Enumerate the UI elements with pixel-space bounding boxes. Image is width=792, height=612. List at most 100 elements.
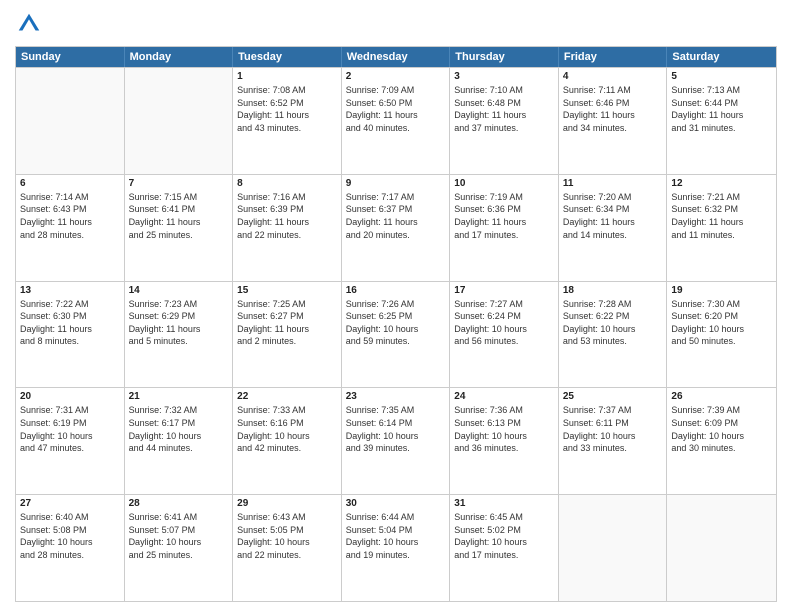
day-number: 27 xyxy=(20,498,120,509)
cell-line: Sunrise: 7:17 AM xyxy=(346,191,446,204)
cell-line: Sunset: 6:50 PM xyxy=(346,97,446,110)
cell-line: Sunrise: 7:23 AM xyxy=(129,298,229,311)
cell-line: Sunrise: 7:16 AM xyxy=(237,191,337,204)
calendar-cell: 28Sunrise: 6:41 AMSunset: 5:07 PMDayligh… xyxy=(125,495,234,601)
cell-line: Sunset: 6:09 PM xyxy=(671,417,772,430)
calendar-row: 13Sunrise: 7:22 AMSunset: 6:30 PMDayligh… xyxy=(16,281,776,388)
cell-line: Sunrise: 7:10 AM xyxy=(454,84,554,97)
cell-line: and 17 minutes. xyxy=(454,229,554,242)
cell-line: Sunrise: 6:40 AM xyxy=(20,511,120,524)
day-number: 3 xyxy=(454,71,554,82)
day-number: 26 xyxy=(671,391,772,402)
calendar-cell: 29Sunrise: 6:43 AMSunset: 5:05 PMDayligh… xyxy=(233,495,342,601)
cell-line: Daylight: 10 hours xyxy=(129,536,229,549)
calendar-cell: 3Sunrise: 7:10 AMSunset: 6:48 PMDaylight… xyxy=(450,68,559,174)
calendar-cell xyxy=(16,68,125,174)
cell-line: and 14 minutes. xyxy=(563,229,663,242)
calendar-cell: 15Sunrise: 7:25 AMSunset: 6:27 PMDayligh… xyxy=(233,282,342,388)
calendar-cell: 2Sunrise: 7:09 AMSunset: 6:50 PMDaylight… xyxy=(342,68,451,174)
calendar-cell xyxy=(559,495,668,601)
calendar-cell: 4Sunrise: 7:11 AMSunset: 6:46 PMDaylight… xyxy=(559,68,668,174)
cell-line: and 22 minutes. xyxy=(237,229,337,242)
calendar-cell: 21Sunrise: 7:32 AMSunset: 6:17 PMDayligh… xyxy=(125,388,234,494)
day-number: 17 xyxy=(454,285,554,296)
calendar-cell: 14Sunrise: 7:23 AMSunset: 6:29 PMDayligh… xyxy=(125,282,234,388)
cell-line: Sunset: 6:25 PM xyxy=(346,310,446,323)
day-number: 28 xyxy=(129,498,229,509)
cell-line: Sunset: 6:16 PM xyxy=(237,417,337,430)
day-number: 15 xyxy=(237,285,337,296)
calendar-cell: 12Sunrise: 7:21 AMSunset: 6:32 PMDayligh… xyxy=(667,175,776,281)
day-number: 12 xyxy=(671,178,772,189)
calendar-cell: 5Sunrise: 7:13 AMSunset: 6:44 PMDaylight… xyxy=(667,68,776,174)
cell-line: Sunrise: 7:08 AM xyxy=(237,84,337,97)
cell-line: Sunset: 6:30 PM xyxy=(20,310,120,323)
cell-line: and 25 minutes. xyxy=(129,229,229,242)
cell-line: and 8 minutes. xyxy=(20,335,120,348)
cell-line: Sunrise: 7:33 AM xyxy=(237,404,337,417)
cell-line: Sunrise: 7:15 AM xyxy=(129,191,229,204)
cell-line: Daylight: 11 hours xyxy=(454,216,554,229)
cell-line: Daylight: 11 hours xyxy=(563,109,663,122)
cell-line: and 34 minutes. xyxy=(563,122,663,135)
cell-line: Sunset: 6:46 PM xyxy=(563,97,663,110)
cell-line: Sunset: 5:08 PM xyxy=(20,524,120,537)
calendar-cell: 27Sunrise: 6:40 AMSunset: 5:08 PMDayligh… xyxy=(16,495,125,601)
cell-line: Sunset: 6:34 PM xyxy=(563,203,663,216)
day-number: 13 xyxy=(20,285,120,296)
calendar-cell: 10Sunrise: 7:19 AMSunset: 6:36 PMDayligh… xyxy=(450,175,559,281)
cell-line: Sunset: 5:05 PM xyxy=(237,524,337,537)
cell-line: Sunset: 6:17 PM xyxy=(129,417,229,430)
cell-line: and 42 minutes. xyxy=(237,442,337,455)
day-number: 10 xyxy=(454,178,554,189)
calendar-cell: 23Sunrise: 7:35 AMSunset: 6:14 PMDayligh… xyxy=(342,388,451,494)
cell-line: Sunset: 6:36 PM xyxy=(454,203,554,216)
day-number: 4 xyxy=(563,71,663,82)
weekday-header: Monday xyxy=(125,47,234,67)
weekday-header: Thursday xyxy=(450,47,559,67)
cell-line: Sunrise: 7:13 AM xyxy=(671,84,772,97)
cell-line: Daylight: 10 hours xyxy=(237,430,337,443)
calendar-cell: 19Sunrise: 7:30 AMSunset: 6:20 PMDayligh… xyxy=(667,282,776,388)
cell-line: Daylight: 10 hours xyxy=(346,323,446,336)
day-number: 1 xyxy=(237,71,337,82)
cell-line: and 22 minutes. xyxy=(237,549,337,562)
cell-line: Daylight: 11 hours xyxy=(454,109,554,122)
cell-line: and 40 minutes. xyxy=(346,122,446,135)
cell-line: Sunrise: 7:21 AM xyxy=(671,191,772,204)
cell-line: Sunset: 6:20 PM xyxy=(671,310,772,323)
cell-line: Daylight: 10 hours xyxy=(129,430,229,443)
cell-line: Sunrise: 6:44 AM xyxy=(346,511,446,524)
cell-line: Sunset: 6:22 PM xyxy=(563,310,663,323)
cell-line: Daylight: 10 hours xyxy=(20,430,120,443)
weekday-header: Sunday xyxy=(16,47,125,67)
cell-line: and 59 minutes. xyxy=(346,335,446,348)
cell-line: Sunset: 5:02 PM xyxy=(454,524,554,537)
cell-line: Sunset: 6:13 PM xyxy=(454,417,554,430)
cell-line: Daylight: 10 hours xyxy=(346,536,446,549)
cell-line: Daylight: 11 hours xyxy=(671,109,772,122)
calendar-cell: 8Sunrise: 7:16 AMSunset: 6:39 PMDaylight… xyxy=(233,175,342,281)
cell-line: Daylight: 10 hours xyxy=(454,430,554,443)
logo-icon xyxy=(15,10,43,38)
cell-line: Sunset: 5:04 PM xyxy=(346,524,446,537)
day-number: 31 xyxy=(454,498,554,509)
cell-line: Daylight: 10 hours xyxy=(237,536,337,549)
weekday-header: Saturday xyxy=(667,47,776,67)
cell-line: Sunrise: 7:35 AM xyxy=(346,404,446,417)
cell-line: Daylight: 11 hours xyxy=(237,109,337,122)
day-number: 11 xyxy=(563,178,663,189)
cell-line: and 56 minutes. xyxy=(454,335,554,348)
calendar-cell: 9Sunrise: 7:17 AMSunset: 6:37 PMDaylight… xyxy=(342,175,451,281)
cell-line: and 30 minutes. xyxy=(671,442,772,455)
day-number: 30 xyxy=(346,498,446,509)
cell-line: and 50 minutes. xyxy=(671,335,772,348)
cell-line: Sunset: 6:32 PM xyxy=(671,203,772,216)
cell-line: and 53 minutes. xyxy=(563,335,663,348)
day-number: 6 xyxy=(20,178,120,189)
cell-line: Sunrise: 7:37 AM xyxy=(563,404,663,417)
cell-line: Sunset: 6:37 PM xyxy=(346,203,446,216)
cell-line: and 11 minutes. xyxy=(671,229,772,242)
calendar-row: 20Sunrise: 7:31 AMSunset: 6:19 PMDayligh… xyxy=(16,387,776,494)
cell-line: and 33 minutes. xyxy=(563,442,663,455)
